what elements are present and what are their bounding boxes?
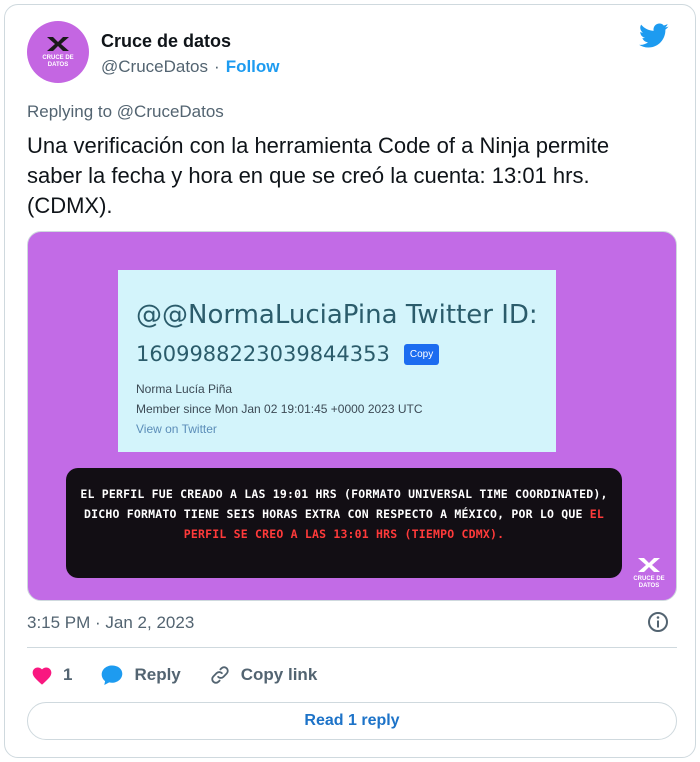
ninja-view-link: View on Twitter [136,422,217,436]
avatar-text: CRUCE DE DATOS [42,55,74,68]
tweet-text: Una verificación con la herramienta Code… [27,133,610,218]
tweet-timestamp[interactable]: 3:15 PM · Jan 2, 2023 [27,613,194,633]
reply-bubble-icon [102,665,123,685]
ninja-title: @@NormaLuciaPina Twitter ID: [136,300,538,330]
ninja-member-since: Member since Mon Jan 02 19:01:45 +0000 2… [136,402,423,416]
copy-id-button: Copy [403,343,440,365]
like-count: 1 [63,665,73,684]
tweet-card: CRUCE DE DATOS Cruce de datos @CruceDato… [4,4,696,758]
ninja-twitter-id: 1609988223039844353 [136,342,390,366]
ninja-user-name: Norma Lucía Piña [136,382,233,396]
crossing-logo-icon [638,558,660,572]
link-icon [211,666,229,684]
crossing-logo-icon [47,37,69,51]
tweet-media-image[interactable]: @@NormaLuciaPina Twitter ID: 16099882230… [27,231,677,601]
author-handle[interactable]: @CruceDatos [101,57,208,77]
handle-separator: · [214,57,220,76]
notice-box: EL PERFIL FUE CREADO A LAS 19:01 HRS (FO… [66,468,622,578]
divider [27,647,677,648]
copy-link-label: Copy link [240,665,318,684]
read-reply-button[interactable]: Read 1 reply [27,702,677,740]
ninja-id-row: 1609988223039844353 Copy [136,342,440,366]
replying-prefix: Replying to [27,102,113,121]
heart-icon [32,667,52,685]
replying-to: Replying to @CruceDatos [27,102,224,122]
notice-text: EL PERFIL FUE CREADO A LAS 19:01 HRS (FO… [80,484,608,544]
replying-mention[interactable]: @CruceDatos [117,102,224,121]
handle-row: @CruceDatos · Follow [101,57,280,77]
author-name[interactable]: Cruce de datos [101,31,231,52]
avatar[interactable]: CRUCE DE DATOS [27,21,89,83]
info-icon[interactable] [647,611,669,633]
like-button[interactable]: 1 [31,665,72,685]
twitter-bird-icon[interactable] [639,23,669,49]
watermark-text: CRUCE DE DATOS [633,576,665,589]
copy-link-button[interactable]: Copy link [209,664,318,686]
reply-label: Reply [134,665,181,684]
notice-text-white: EL PERFIL FUE CREADO A LAS 19:01 HRS (FO… [80,487,608,521]
action-bar: 1 Reply Copy link [31,660,345,690]
watermark-logo: CRUCE DE DATOS [632,556,666,590]
follow-button[interactable]: Follow [226,57,280,77]
reply-button[interactable]: Reply [100,664,181,686]
ninja-result-panel: @@NormaLuciaPina Twitter ID: 16099882230… [118,270,556,452]
